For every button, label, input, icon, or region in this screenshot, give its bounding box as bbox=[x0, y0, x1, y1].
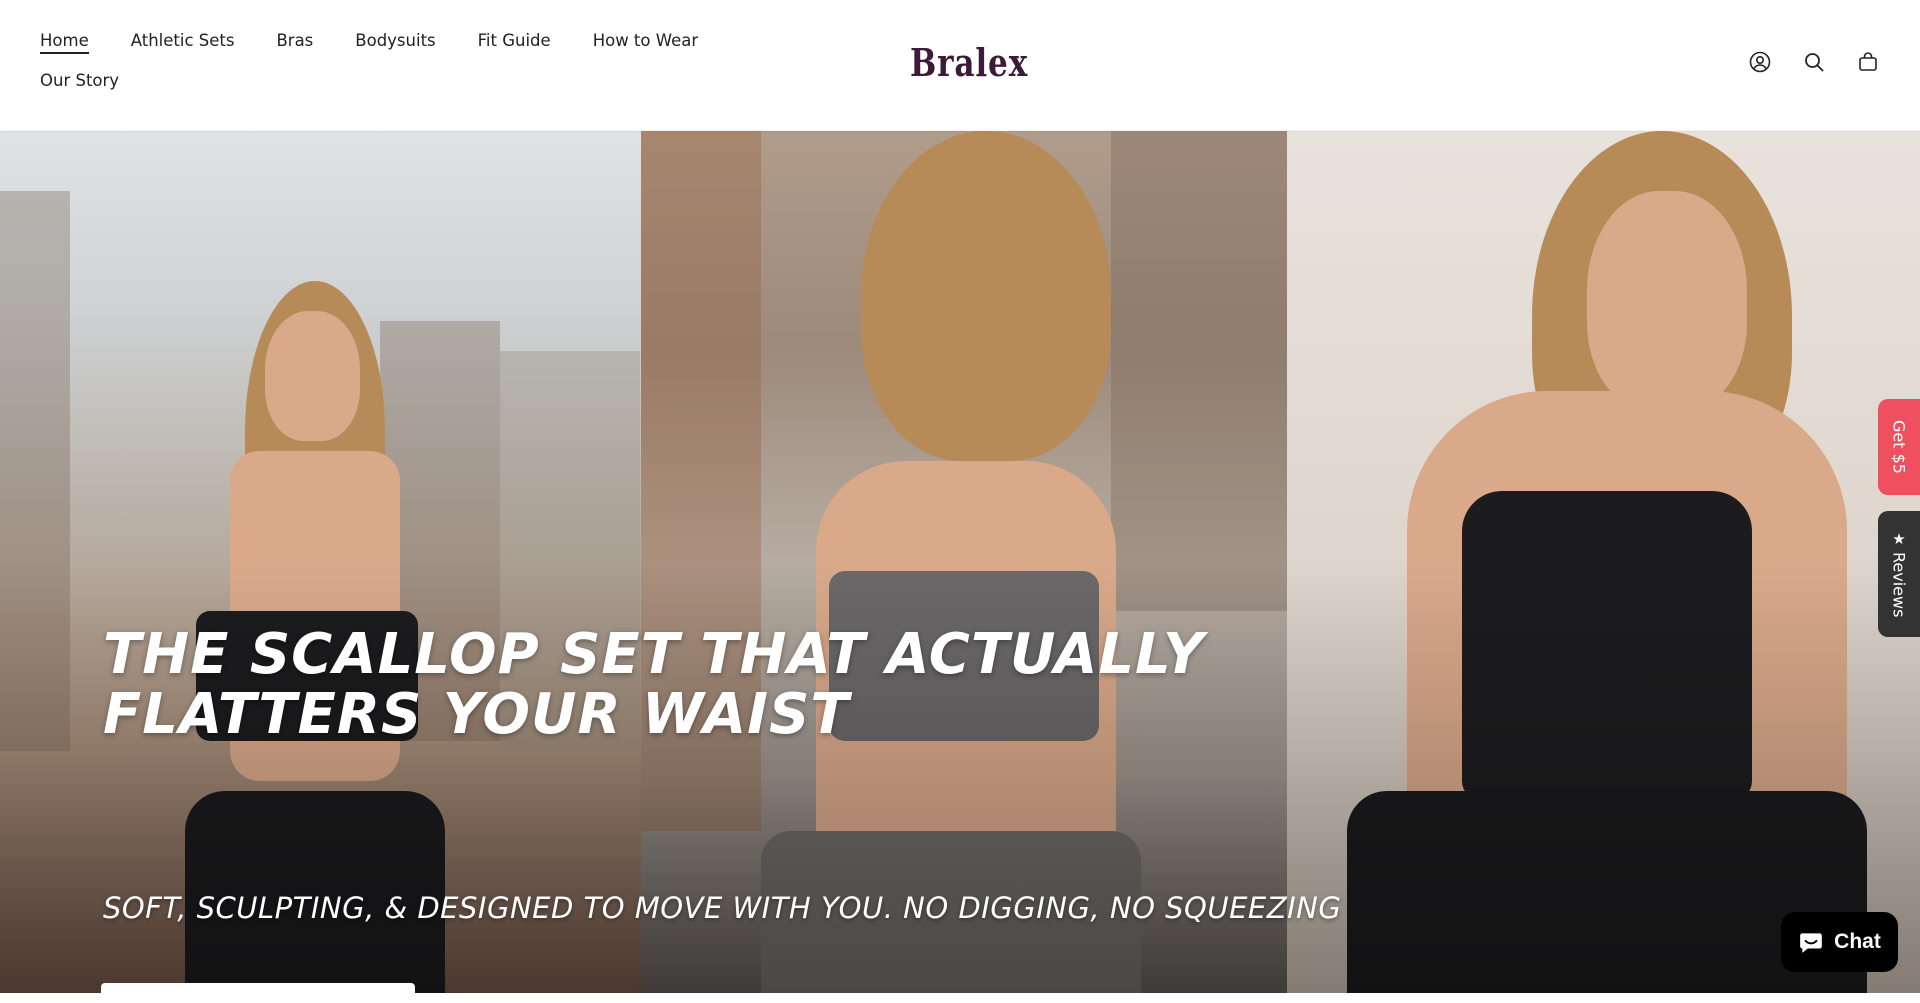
nav-item-bodysuits[interactable]: Bodysuits bbox=[355, 31, 435, 54]
nav-item-how-to-wear[interactable]: How to Wear bbox=[593, 31, 698, 54]
chat-button[interactable]: Chat bbox=[1781, 912, 1898, 972]
hero-subheadline: SOFT, SCULPTING, & DESIGNED TO MOVE WITH… bbox=[103, 891, 1342, 925]
hero-cta-button[interactable] bbox=[101, 983, 415, 1003]
nav-item-fit-guide[interactable]: Fit Guide bbox=[478, 31, 551, 54]
reviews-tab-label: Reviews bbox=[1889, 552, 1909, 618]
nav-item-home[interactable]: Home bbox=[40, 31, 89, 54]
promo-side-tab[interactable]: Get $5 bbox=[1878, 399, 1920, 495]
hero-headline: THE SCALLOP SET THAT ACTUALLY FLATTERS Y… bbox=[103, 622, 1205, 747]
chat-label: Chat bbox=[1834, 930, 1881, 953]
chat-bubble-icon bbox=[1800, 933, 1822, 953]
account-icon[interactable] bbox=[1748, 50, 1772, 74]
nav-item-bras[interactable]: Bras bbox=[276, 31, 313, 54]
star-icon: ★ bbox=[1892, 530, 1906, 549]
nav-item-athletic-sets[interactable]: Athletic Sets bbox=[131, 31, 235, 54]
nav-item-our-story[interactable]: Our Story bbox=[40, 71, 119, 94]
search-icon[interactable] bbox=[1802, 50, 1826, 74]
hero-overlay bbox=[0, 131, 1920, 993]
reviews-side-tab[interactable]: ★ Reviews bbox=[1878, 511, 1920, 637]
promo-tab-label: Get $5 bbox=[1889, 420, 1909, 474]
main-nav: Home Athletic Sets Bras Bodysuits Fit Gu… bbox=[40, 22, 720, 102]
brand-logo[interactable]: Bralex bbox=[910, 40, 1028, 85]
hero-banner bbox=[0, 131, 1920, 993]
header-actions bbox=[1748, 50, 1880, 74]
site-header: Home Athletic Sets Bras Bodysuits Fit Gu… bbox=[0, 0, 1920, 130]
cart-icon[interactable] bbox=[1856, 50, 1880, 74]
